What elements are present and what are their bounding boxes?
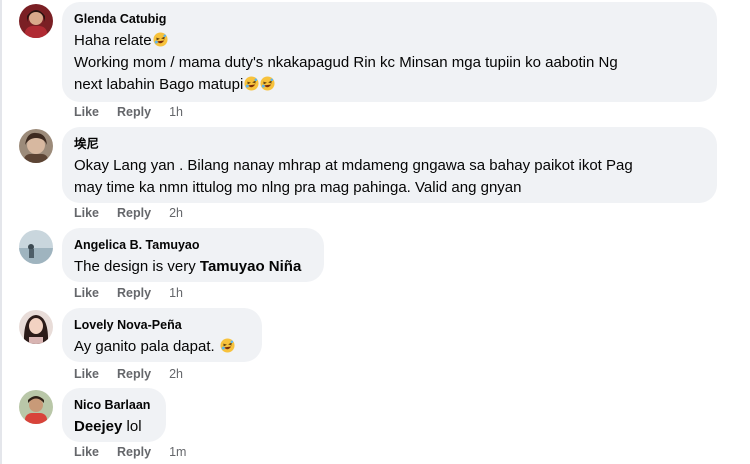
rofl-emoji-icon xyxy=(260,76,275,91)
comment-text: Deejey lol xyxy=(74,416,154,438)
like-button[interactable]: Like xyxy=(74,445,99,459)
comment-author[interactable]: Angelica B. Tamuyao xyxy=(74,237,312,253)
timestamp[interactable]: 2h xyxy=(169,206,183,220)
avatar[interactable] xyxy=(19,230,53,264)
mention-link[interactable]: Deejey xyxy=(74,418,122,435)
like-button[interactable]: Like xyxy=(74,367,99,381)
comment-author[interactable]: Nico Barlaan xyxy=(74,397,154,413)
timestamp[interactable]: 1h xyxy=(169,105,183,119)
mention-link[interactable]: Tamuyao Niña xyxy=(200,258,301,275)
comment-actions: Like Reply 1m xyxy=(74,445,204,459)
comment-text-line: may time ka nmn ittulog mo nlng pra mag … xyxy=(74,179,522,196)
like-button[interactable]: Like xyxy=(74,206,99,220)
avatar[interactable] xyxy=(19,4,53,38)
comment-text: Okay Lang yan . Bilang nanay mhrap at md… xyxy=(74,155,705,199)
comment-author[interactable]: Lovely Nova-Peña xyxy=(74,317,250,333)
comment-bubble: Nico Barlaan Deejey lol xyxy=(62,388,166,442)
comment-actions: Like Reply 2h xyxy=(74,206,201,220)
comment-text: Ay ganito pala dapat. xyxy=(74,336,250,358)
comment-author[interactable]: 埃尼 xyxy=(74,136,705,152)
comment-text-line: Ay ganito pala dapat. xyxy=(74,338,215,355)
comment-bubble: 埃尼 Okay Lang yan . Bilang nanay mhrap at… xyxy=(62,127,717,203)
comment-text: The design is very Tamuyao Niña xyxy=(74,256,312,278)
comment-bubble: Glenda Catubig Haha relate Working mom /… xyxy=(62,2,717,102)
timestamp[interactable]: 2h xyxy=(169,367,183,381)
comment-text-line: Okay Lang yan . Bilang nanay mhrap at md… xyxy=(74,157,633,174)
reply-button[interactable]: Reply xyxy=(117,445,151,459)
comment-author[interactable]: Glenda Catubig xyxy=(74,11,705,27)
comment-bubble: Lovely Nova-Peña Ay ganito pala dapat. xyxy=(62,308,262,362)
comment-text: Haha relate Working mom / mama duty's nk… xyxy=(74,30,705,96)
comment-actions: Like Reply 1h xyxy=(74,286,201,300)
like-button[interactable]: Like xyxy=(74,105,99,119)
comment-bubble: Angelica B. Tamuyao The design is very T… xyxy=(62,228,324,282)
comment-actions: Like Reply 2h xyxy=(74,367,201,381)
like-button[interactable]: Like xyxy=(74,286,99,300)
comment-text-line: Haha relate xyxy=(74,32,152,49)
rofl-emoji-icon xyxy=(244,76,259,91)
timestamp[interactable]: 1h xyxy=(169,286,183,300)
reply-button[interactable]: Reply xyxy=(117,105,151,119)
comment-text-line: The design is very xyxy=(74,258,200,275)
comment-text-line: Working mom / mama duty's nkakapagud Rin… xyxy=(74,54,618,71)
timestamp[interactable]: 1m xyxy=(169,445,186,459)
avatar[interactable] xyxy=(19,129,53,163)
reply-button[interactable]: Reply xyxy=(117,367,151,381)
comment-text-line: next labahin Bago matupi xyxy=(74,76,244,93)
left-border xyxy=(0,0,2,464)
comment-text-line: lol xyxy=(122,418,142,435)
comment-actions: Like Reply 1h xyxy=(74,105,201,119)
reply-button[interactable]: Reply xyxy=(117,206,151,220)
rofl-emoji-icon xyxy=(220,338,235,353)
reply-button[interactable]: Reply xyxy=(117,286,151,300)
rofl-emoji-icon xyxy=(153,32,168,47)
avatar[interactable] xyxy=(19,390,53,424)
avatar[interactable] xyxy=(19,310,53,344)
